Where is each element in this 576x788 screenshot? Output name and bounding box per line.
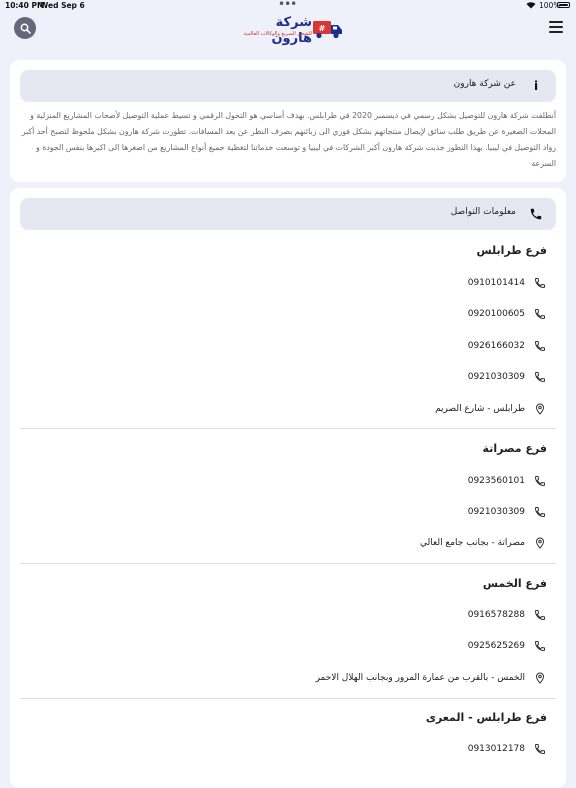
phone-icon [533,608,547,622]
about-title: عن شركة هارون [453,79,516,89]
phone-icon [533,307,547,321]
contact-title: معلومات التواصل [450,207,516,217]
phone-icon [533,370,547,384]
location-icon [533,402,547,416]
phone-row[interactable]: 0923560101 [468,472,547,490]
branch-title: فرع طرابلس - المعرى [425,711,547,724]
phone-number: 0910101414 [467,278,525,288]
phone-number: 0926166032 [467,341,525,351]
phone-row[interactable]: 0913012178 [468,740,547,758]
phone-icon [528,206,544,222]
branch-title: فرع الخمس [482,577,547,590]
app-header: شركة هارون للشحن السريع والوكالات العالم… [0,12,576,48]
company-logo: شركة هارون للشحن السريع والوكالات العالم… [232,15,344,46]
address-row[interactable]: مصراتة - بجانب جامع العالي [420,534,547,552]
phone-number: 0921030309 [467,507,525,517]
contact-card: معلومات التواصل فرع طرابلس 0910101414 09… [10,188,566,788]
branch-address: طرابلس - شارع الصريم [435,404,525,414]
phone-icon [533,339,547,353]
info-icon: i [533,79,539,93]
divider [20,563,556,564]
battery-icon [557,2,570,8]
branch-address: مصراتة - بجانب جامع العالي [420,538,525,548]
phone-row[interactable]: 0920100605 [468,305,547,323]
phone-number: 0920100605 [467,309,525,319]
phone-icon [533,474,547,488]
divider [20,428,556,429]
phone-row[interactable]: 0916578288 [468,606,547,624]
status-date: Wed Sep 6 [40,1,85,10]
about-card: i عن شركة هارون أنطلقت شركة هارون للتوصي… [10,60,566,182]
location-icon [533,536,547,550]
wifi-icon [526,2,536,9]
phone-row[interactable]: 0921030309 [468,503,547,521]
phone-number: 0913012178 [467,744,525,754]
phone-icon [533,639,547,653]
branch-address: الخمس - بالقرب من عمارة المرور وبجانب ال… [315,673,525,683]
address-row[interactable]: الخمس - بالقرب من عمارة المرور وبجانب ال… [316,669,547,687]
phone-icon [533,505,547,519]
divider [20,698,556,699]
phone-number: 0921030309 [467,372,525,382]
multitask-dots-icon[interactable]: ••• [278,0,297,11]
phone-number: 0923560101 [467,476,525,486]
phone-icon [533,742,547,756]
location-icon [533,671,547,685]
phone-icon [533,276,547,290]
search-icon [20,23,31,34]
branch-title: فرع طرابلس [476,244,547,257]
status-bar: 10:40 PM Wed Sep 6 ••• 100% [0,0,576,12]
about-text: أنطلقت شركة هارون للتوصيل بشكل رسمي في د… [21,111,556,168]
phone-row[interactable]: 0910101414 [468,274,547,292]
phone-number: 0916578288 [467,610,525,620]
status-time: 10:40 PM [5,1,45,10]
phone-number: 0925625269 [467,641,525,651]
phone-row[interactable]: 0925625269 [468,637,547,655]
about-header[interactable]: i عن شركة هارون [20,70,556,102]
search-button[interactable] [14,17,36,39]
svg-text:#: # [319,24,326,33]
address-row[interactable]: طرابلس - شارع الصريم [435,400,547,418]
phone-row[interactable]: 0926166032 [468,337,547,355]
truck-logo-icon: # [313,21,342,39]
logo-tagline: للشحن السريع والوكالات العالمية [243,31,312,37]
contact-header[interactable]: معلومات التواصل [20,198,556,230]
branch-title: فرع مصراتة [482,442,547,455]
menu-button[interactable] [549,21,563,33]
phone-row[interactable]: 0921030309 [468,368,547,386]
